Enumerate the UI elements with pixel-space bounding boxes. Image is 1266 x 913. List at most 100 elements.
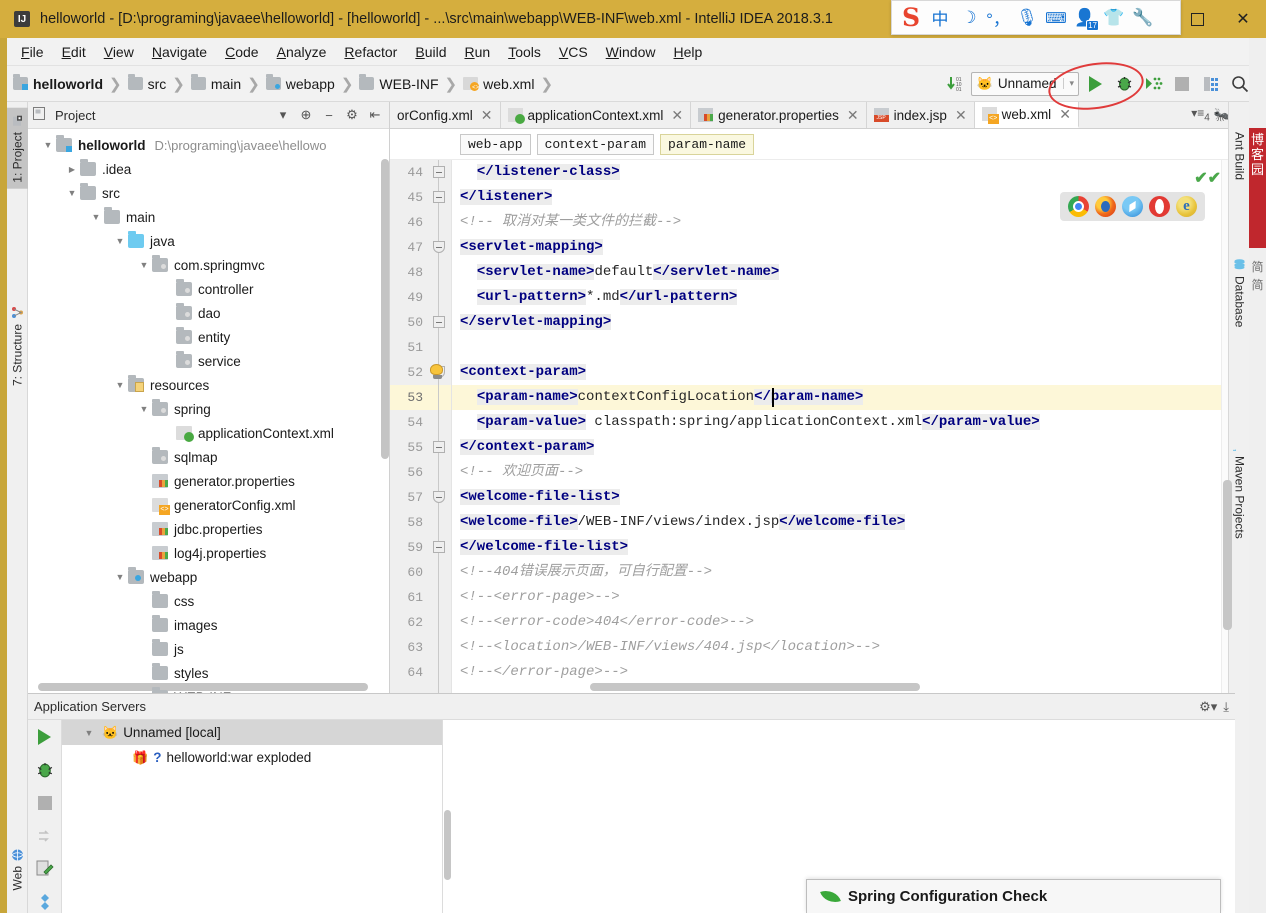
chevron-down-icon[interactable] xyxy=(88,209,104,225)
line-number-54[interactable]: 54 xyxy=(390,410,451,435)
breadcrumb-item-src[interactable]: src xyxy=(127,74,166,92)
tree-node-log4j-properties[interactable]: log4j.properties xyxy=(28,541,389,565)
code-line-61[interactable]: <!--<error-page>--> xyxy=(452,585,1235,610)
ie-icon[interactable] xyxy=(1176,196,1197,217)
code-line-58[interactable]: <welcome-file>/WEB-INF/views/index.jsp</… xyxy=(452,510,1235,535)
tool-window-tab-1-project[interactable]: 1: Project xyxy=(7,108,28,189)
line-number-51[interactable]: 51 xyxy=(390,335,451,360)
editor-tab-web-xml[interactable]: web.xml ✕ xyxy=(974,102,1079,128)
menu-item-code[interactable]: Code xyxy=(216,41,267,63)
run-with-coverage-button[interactable] xyxy=(1140,71,1166,97)
chevron-down-icon[interactable]: ▾ xyxy=(1063,78,1074,89)
line-number-60[interactable]: 60 xyxy=(390,560,451,585)
tree-node-styles[interactable]: styles xyxy=(28,661,389,685)
breadcrumb-item-web-xml[interactable]: web.xml xyxy=(463,76,534,93)
debug-icon[interactable] xyxy=(33,758,57,781)
layout-button[interactable] xyxy=(1198,71,1224,97)
ime-toolbar[interactable]: S 中 ☽ °， 🎙 ⌨ 👤 17 👕 🔧 xyxy=(891,0,1181,35)
menu-item-file[interactable]: File xyxy=(12,41,53,63)
chevron-down-icon[interactable] xyxy=(112,233,128,249)
line-number-46[interactable]: 46 xyxy=(390,210,451,235)
tree-node-java[interactable]: java xyxy=(28,229,389,253)
menu-item-run[interactable]: Run xyxy=(455,41,499,63)
project-tree-horizontal-scrollbar[interactable] xyxy=(38,683,368,691)
redeploy-icon[interactable] xyxy=(33,824,57,847)
close-icon[interactable]: ✕ xyxy=(481,107,493,124)
run-button[interactable] xyxy=(1082,71,1108,97)
line-number-61[interactable]: 61 xyxy=(390,585,451,610)
tab-overflow-icon[interactable]: ▾≡4 xyxy=(1191,106,1210,123)
tree-node-main[interactable]: main xyxy=(28,205,389,229)
project-tree-vertical-scrollbar[interactable] xyxy=(381,159,389,459)
ime-keyboard-icon[interactable]: ⌨ xyxy=(1043,5,1069,31)
ime-punctuation-icon[interactable]: °， xyxy=(985,5,1011,31)
tree-node-jdbc-properties[interactable]: jdbc.properties xyxy=(28,517,389,541)
menu-item-tools[interactable]: Tools xyxy=(499,41,550,63)
tree-node-js[interactable]: js xyxy=(28,637,389,661)
tree-node-generator-properties[interactable]: generator.properties xyxy=(28,469,389,493)
gear-icon[interactable]: ⚙▾ xyxy=(1199,699,1217,715)
code-line-44[interactable]: </listener-class> xyxy=(452,160,1235,185)
server-tree-row-helloworld-war-exploded[interactable]: 🎁? helloworld:war exploded xyxy=(62,745,442,770)
editor-gutter[interactable]: 44 45 46 47 48 49 50 51 52 53 54 55 56 57 58 59 60 61 62 63… xyxy=(390,160,452,693)
code-line-62[interactable]: <!--<error-code>404</error-code>--> xyxy=(452,610,1235,635)
tree-node-css[interactable]: css xyxy=(28,589,389,613)
hide-icon[interactable]: ⤓ xyxy=(1223,699,1229,715)
breadcrumb-item-webapp[interactable]: webapp xyxy=(265,74,335,92)
chevron-right-icon[interactable] xyxy=(64,161,80,177)
settings-diamond-icon[interactable] xyxy=(33,890,57,913)
debug-button[interactable] xyxy=(1111,71,1137,97)
editor-horizontal-scrollbar[interactable] xyxy=(590,683,920,691)
ime-settings-icon[interactable]: 🔧 xyxy=(1130,5,1156,31)
chevron-down-icon[interactable] xyxy=(81,725,97,741)
chrome-icon[interactable] xyxy=(1068,196,1089,217)
editor-tab-orconfig-xml[interactable]: orConfig.xml ✕ xyxy=(390,102,501,128)
menu-item-edit[interactable]: Edit xyxy=(53,41,95,63)
chevron-down-icon[interactable] xyxy=(40,137,56,153)
chevron-down-icon[interactable] xyxy=(136,401,152,417)
tree-node-service[interactable]: service xyxy=(28,349,389,373)
code-line-48[interactable]: <servlet-name>default</servlet-name> xyxy=(452,260,1235,285)
code-line-52[interactable]: <context-param> xyxy=(452,360,1235,385)
close-icon[interactable]: ✕ xyxy=(955,107,967,124)
tool-window-tab-database[interactable]: Database xyxy=(1229,252,1250,333)
code-line-47[interactable]: <servlet-mapping> xyxy=(452,235,1235,260)
tree-node-src[interactable]: src xyxy=(28,181,389,205)
ime-moon-icon[interactable]: ☽ xyxy=(956,5,982,31)
xml-breadcrumb-param-name[interactable]: param-name xyxy=(660,133,755,155)
intention-bulb-icon[interactable] xyxy=(430,364,445,380)
ime-skin-icon[interactable]: 👕 xyxy=(1101,5,1127,31)
ime-language-mode-icon[interactable]: 中 xyxy=(927,5,953,31)
fold-toggle-47[interactable] xyxy=(433,241,445,253)
tree-node--idea[interactable]: .idea xyxy=(28,157,389,181)
chevron-down-icon[interactable] xyxy=(64,185,80,201)
safari-icon[interactable] xyxy=(1122,196,1143,217)
code-line-57[interactable]: <welcome-file-list> xyxy=(452,485,1235,510)
run-icon[interactable] xyxy=(33,725,57,748)
tree-node-applicationcontext-xml[interactable]: applicationContext.xml xyxy=(28,421,389,445)
menu-item-analyze[interactable]: Analyze xyxy=(268,41,336,63)
inspection-status-icon[interactable]: ✔✔ xyxy=(1194,168,1221,188)
stop-button[interactable] xyxy=(1169,71,1195,97)
tool-window-tab-ant-build[interactable]: Ant Build xyxy=(1229,108,1250,186)
chevron-down-icon[interactable]: ▾ xyxy=(273,105,293,125)
line-number-53[interactable]: 53 xyxy=(390,385,451,410)
menu-item-vcs[interactable]: VCS xyxy=(550,41,597,63)
close-icon[interactable]: ✕ xyxy=(1059,106,1071,123)
server-output-scrollbar[interactable] xyxy=(444,810,451,880)
chevron-down-icon[interactable] xyxy=(136,257,152,273)
code-line-60[interactable]: <!--404错误展示页面，可自行配置--> xyxy=(452,560,1235,585)
sogou-logo-icon[interactable]: S xyxy=(898,3,924,32)
editor-text[interactable]: </listener-class> </listener> <!-- 取消对某一类文… xyxy=(452,160,1235,693)
tree-node-generatorconfig-xml[interactable]: generatorConfig.xml xyxy=(28,493,389,517)
xml-breadcrumb-web-app[interactable]: web-app xyxy=(460,133,531,155)
line-number-63[interactable]: 63 xyxy=(390,635,451,660)
editor-tab-generator-properties[interactable]: generator.properties ✕ xyxy=(691,102,867,128)
server-tree[interactable]: 🐱 Unnamed [local] 🎁? helloworld:war explode… xyxy=(61,720,443,913)
code-line-55[interactable]: </context-param> xyxy=(452,435,1235,460)
tree-node-helloworld[interactable]: helloworld D:\programing\javaee\hellowo xyxy=(28,133,389,157)
fold-toggle-57[interactable] xyxy=(433,491,445,503)
tree-node-sqlmap[interactable]: sqlmap xyxy=(28,445,389,469)
xml-breadcrumb-context-param[interactable]: context-param xyxy=(536,133,655,155)
breadcrumb-item-web-inf[interactable]: WEB-INF xyxy=(359,74,439,92)
